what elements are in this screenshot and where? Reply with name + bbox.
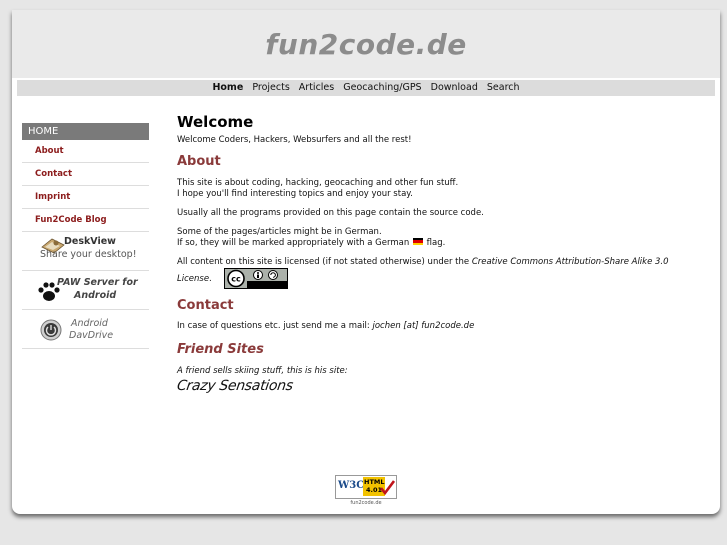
footer-domain: fun2code.de: [350, 500, 382, 506]
sidebar-heading: HOME: [22, 123, 149, 140]
paw-title-line1: PAW Server for: [57, 277, 138, 288]
nav-search[interactable]: Search: [487, 82, 520, 93]
sidebar-item-contact[interactable]: Contact: [22, 163, 149, 186]
about-source-note: Usually all the programs provided on thi…: [177, 208, 484, 218]
flag-note-suffix: flag.: [426, 238, 446, 248]
davdrive-title-line2: DavDrive: [69, 330, 114, 341]
license-pre: All content on this site is licensed (if…: [177, 257, 470, 267]
w3c-html-badge[interactable]: W3C HTML 4.01: [335, 475, 397, 499]
power-icon: [40, 319, 62, 341]
svg-text:cc: cc: [232, 275, 242, 284]
contact-heading: Contact: [177, 298, 234, 313]
contact-text: In case of questions etc. just send me a…: [177, 321, 702, 332]
license-word[interactable]: License: [177, 274, 209, 284]
contact-email[interactable]: jochen [at] fun2code.de: [372, 321, 474, 331]
deskview-subtitle: Share your desktop!: [40, 249, 137, 260]
paw-server-banner[interactable]: PAW Server for Android: [22, 271, 149, 310]
checkmark-icon: [380, 480, 395, 495]
davdrive-title-line1: Android: [71, 318, 108, 329]
footer: W3C HTML 4.01 fun2code.de: [335, 475, 397, 506]
w3c-logo-text: W3C: [338, 480, 365, 491]
nav-articles[interactable]: Articles: [299, 82, 334, 93]
main-content: Welcome Welcome Coders, Hackers, Websurf…: [176, 113, 703, 394]
site-header: fun2code.de: [12, 10, 720, 78]
friend-sites-text: A friend sells skiing stuff, this is his…: [177, 366, 348, 376]
nav-download[interactable]: Download: [431, 82, 478, 93]
license-line: All content on this site is licensed (if…: [177, 257, 702, 268]
welcome-text: Welcome Coders, Hackers, Websurfers and …: [177, 135, 412, 145]
welcome-heading: Welcome: [177, 113, 254, 131]
nav-geocaching[interactable]: Geocaching/GPS: [343, 82, 421, 93]
german-flag-icon: [412, 238, 423, 245]
license-link[interactable]: Creative Commons Attribution-Share Alike…: [472, 257, 669, 267]
about-flag-note: If so, they will be marked appropriately…: [177, 238, 702, 249]
cc-by-sa-badge[interactable]: cc: [224, 268, 289, 289]
sidebar-item-about[interactable]: About: [22, 140, 149, 163]
deskview-banner[interactable]: DeskView Share your desktop!: [22, 232, 149, 271]
friend-sites-heading: Friend Sites: [177, 342, 264, 357]
crazy-sensations-logo[interactable]: Crazy Sensations: [176, 378, 703, 394]
sidebar-item-blog[interactable]: Fun2Code Blog: [22, 209, 149, 232]
contact-instructions: In case of questions etc. just send me a…: [177, 321, 370, 331]
main-nav: Home Projects Articles Geocaching/GPS Do…: [17, 80, 715, 96]
nav-home[interactable]: Home: [212, 82, 243, 93]
sidebar: HOME About Contact Imprint Fun2Code Blog…: [22, 123, 149, 349]
paw-title-line2: Android: [74, 290, 117, 301]
about-line-2: I hope you'll find interesting topics an…: [177, 189, 413, 199]
sidebar-item-imprint[interactable]: Imprint: [22, 186, 149, 209]
about-german-note: Some of the pages/articles might be in G…: [177, 227, 382, 237]
deskview-title: DeskView: [64, 236, 116, 247]
flag-note-text: If so, they will be marked appropriately…: [177, 238, 410, 248]
cc-license-icon: cc: [225, 269, 288, 288]
about-line-1: This site is about coding, hacking, geoc…: [177, 178, 459, 188]
page-container: fun2code.de Home Projects Articles Geoca…: [12, 10, 720, 514]
nav-projects[interactable]: Projects: [252, 82, 289, 93]
license-line-2: License. cc: [177, 268, 702, 289]
about-heading: About: [177, 154, 221, 169]
site-title[interactable]: fun2code.de: [12, 28, 720, 61]
davdrive-banner[interactable]: Android DavDrive: [22, 310, 149, 349]
